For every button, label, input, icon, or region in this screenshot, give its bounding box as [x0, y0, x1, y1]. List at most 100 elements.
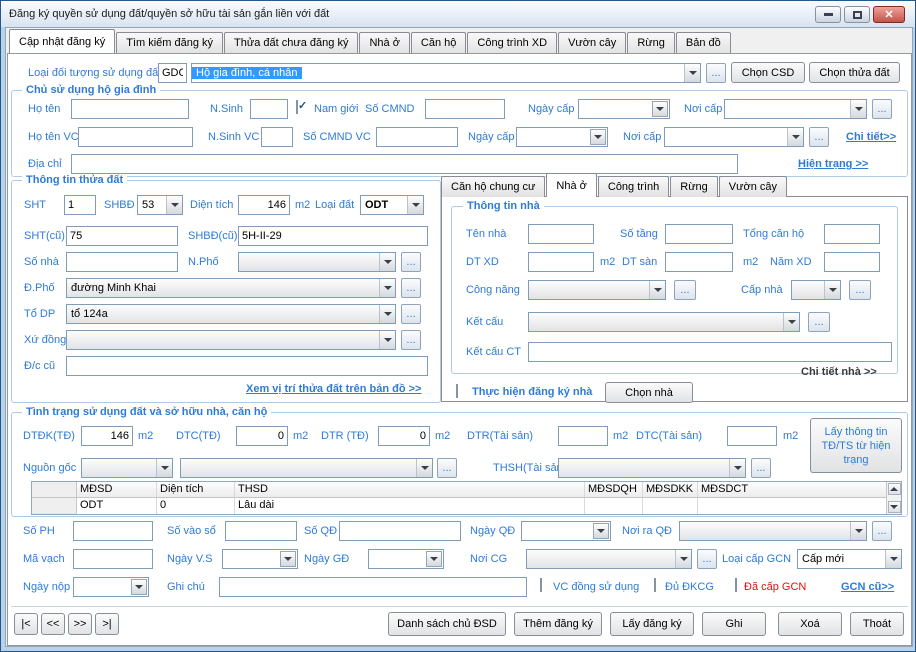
chevron-down-icon[interactable] — [379, 279, 395, 297]
object-type-browse-button[interactable]: ... — [706, 63, 726, 83]
xu-dong-browse-button[interactable]: ... — [401, 330, 421, 350]
chevron-down-icon[interactable] — [379, 331, 395, 349]
tab-vuon-cay-asset[interactable]: Vườn cây — [718, 176, 788, 197]
dia-chi-input[interactable] — [71, 154, 738, 174]
gcn-cu-link[interactable]: GCN cũ>> — [841, 581, 894, 593]
tab-cong-trinh[interactable]: Công trình — [597, 176, 670, 197]
chevron-down-icon[interactable] — [379, 305, 395, 323]
noi-cap-combo[interactable] — [724, 99, 867, 119]
chevron-down-icon[interactable] — [131, 579, 147, 595]
sht-input[interactable] — [64, 195, 96, 215]
ho-ten-vc-input[interactable] — [78, 127, 193, 147]
chevron-down-icon[interactable] — [407, 196, 423, 214]
chevron-down-icon[interactable] — [593, 523, 609, 539]
row-selector[interactable] — [32, 498, 77, 514]
nguon-goc-browse-button[interactable]: ... — [437, 458, 457, 478]
restore-button[interactable] — [844, 6, 870, 23]
col-mdsdct[interactable]: MĐSDCT — [698, 482, 886, 497]
tab-vuon-cay[interactable]: Vườn cây — [558, 32, 627, 53]
da-cap-gcn-checkbox[interactable] — [735, 578, 737, 592]
noi-cg-browse-button[interactable]: ... — [697, 549, 717, 569]
ma-vach-input[interactable] — [73, 549, 153, 569]
dtc-taisan-input[interactable] — [727, 426, 777, 446]
tab-nha-o[interactable]: Nhà ở — [359, 32, 410, 53]
lay-thong-tin-button[interactable]: Lấy thông tin TĐ/TS từ hiện trạng — [810, 418, 902, 473]
chevron-down-icon[interactable] — [590, 129, 606, 145]
chevron-down-icon[interactable] — [280, 551, 296, 567]
vc-dong-su-dung-checkbox[interactable] — [540, 578, 542, 592]
land-use-grid[interactable]: MĐSD Diện tích THSD MĐSDQH MĐSDKK MĐSDCT… — [31, 481, 902, 515]
chevron-down-icon[interactable] — [166, 196, 182, 214]
danh-sach-chu-dsd-button[interactable]: Danh sách chủ ĐSD — [388, 612, 506, 636]
chevron-down-icon[interactable] — [824, 281, 840, 299]
cong-nang-combo[interactable] — [528, 280, 666, 300]
scroll-up-icon[interactable] — [887, 483, 901, 495]
tab-tim-kiem-dang-ky[interactable]: Tìm kiếm đăng ký — [116, 32, 224, 53]
ten-nha-input[interactable] — [528, 224, 594, 244]
tab-rung-asset[interactable]: Rừng — [670, 176, 718, 197]
col-dien-tich[interactable]: Diện tích — [157, 482, 235, 497]
thuc-hien-dang-ky-nha-checkbox[interactable] — [456, 384, 458, 398]
ket-cau-ct-input[interactable] — [528, 342, 892, 362]
col-mdsdkk[interactable]: MĐSDKK — [643, 482, 698, 497]
noi-ra-qd-combo[interactable] — [679, 521, 867, 541]
dtr-td-input[interactable] — [378, 426, 430, 446]
chevron-down-icon[interactable] — [783, 313, 799, 331]
shbd-combo[interactable]: 53 — [137, 195, 183, 215]
nguon-goc-combo[interactable] — [81, 458, 173, 478]
dtdk-td-input[interactable] — [81, 426, 133, 446]
close-button[interactable]: ✕ — [873, 6, 905, 23]
dt-san-input[interactable] — [665, 252, 733, 272]
chevron-down-icon[interactable] — [649, 281, 665, 299]
dtr-taisan-input[interactable] — [558, 426, 608, 446]
to-dp-browse-button[interactable]: ... — [401, 304, 421, 324]
loai-dat-combo[interactable]: ODT — [360, 195, 424, 215]
chevron-down-icon[interactable] — [729, 459, 745, 477]
xu-dong-combo[interactable] — [66, 330, 396, 350]
chon-nha-button[interactable]: Chọn nhà — [605, 382, 693, 403]
cap-nha-combo[interactable] — [791, 280, 841, 300]
nam-xd-input[interactable] — [824, 252, 880, 272]
chi-tiet-nha-link[interactable]: Chi tiết nhà >> — [801, 366, 877, 378]
object-type-code-input[interactable] — [158, 63, 187, 83]
ngay-nop-picker[interactable] — [73, 577, 149, 597]
tab-thua-dat-chua-dang-ky[interactable]: Thửa đất chưa đăng ký — [224, 32, 359, 53]
chevron-down-icon[interactable] — [652, 101, 668, 117]
col-mdsd[interactable]: MĐSD — [77, 482, 157, 497]
sht-cu-input[interactable] — [66, 226, 178, 246]
map-location-link[interactable]: Xem vị trí thửa đất trên bản đồ >> — [246, 383, 421, 395]
to-dp-combo[interactable]: tổ 124a — [66, 304, 396, 324]
chevron-down-icon[interactable] — [426, 551, 442, 567]
loai-cap-gcn-combo[interactable]: Cấp mới — [797, 549, 902, 569]
nam-gioi-checkbox[interactable] — [296, 100, 298, 114]
tab-cong-trinh-xd[interactable]: Công trình XD — [467, 32, 558, 53]
ngay-vs-picker[interactable] — [222, 549, 298, 569]
d-pho-combo[interactable]: đường Minh Khai — [66, 278, 396, 298]
chevron-down-icon[interactable] — [787, 128, 803, 146]
dien-tich-input[interactable] — [238, 195, 290, 215]
ngay-gd-picker[interactable] — [368, 549, 444, 569]
ket-cau-browse-button[interactable]: ... — [808, 312, 830, 332]
nav-last-button[interactable]: >| — [95, 613, 119, 635]
ho-ten-input[interactable] — [71, 99, 189, 119]
tong-can-ho-input[interactable] — [824, 224, 880, 244]
minimize-button[interactable] — [815, 6, 841, 23]
so-qd-input[interactable] — [339, 521, 461, 541]
nguon-goc-detail-combo[interactable] — [180, 458, 433, 478]
nav-prev-button[interactable]: << — [41, 613, 65, 635]
tab-ban-do[interactable]: Bản đồ — [675, 32, 731, 53]
ghi-button[interactable]: Ghi — [702, 612, 766, 636]
col-mdsdqh[interactable]: MĐSDQH — [585, 482, 643, 497]
du-dkcg-checkbox[interactable] — [654, 578, 656, 592]
noi-ra-qd-browse-button[interactable]: ... — [872, 521, 892, 541]
tab-can-ho-chung-cu[interactable]: Căn hộ chung cư — [441, 176, 546, 197]
noi-cap-vc-combo[interactable] — [664, 127, 804, 147]
chon-csd-button[interactable]: Chọn CSD — [731, 62, 805, 83]
chon-thua-dat-button[interactable]: Chọn thửa đất — [809, 62, 900, 83]
chevron-down-icon[interactable] — [850, 100, 866, 118]
cong-nang-browse-button[interactable]: ... — [674, 280, 696, 300]
col-thsd[interactable]: THSD — [235, 482, 585, 497]
d-pho-browse-button[interactable]: ... — [401, 278, 421, 298]
chevron-down-icon[interactable] — [156, 459, 172, 477]
so-ph-input[interactable] — [73, 521, 153, 541]
